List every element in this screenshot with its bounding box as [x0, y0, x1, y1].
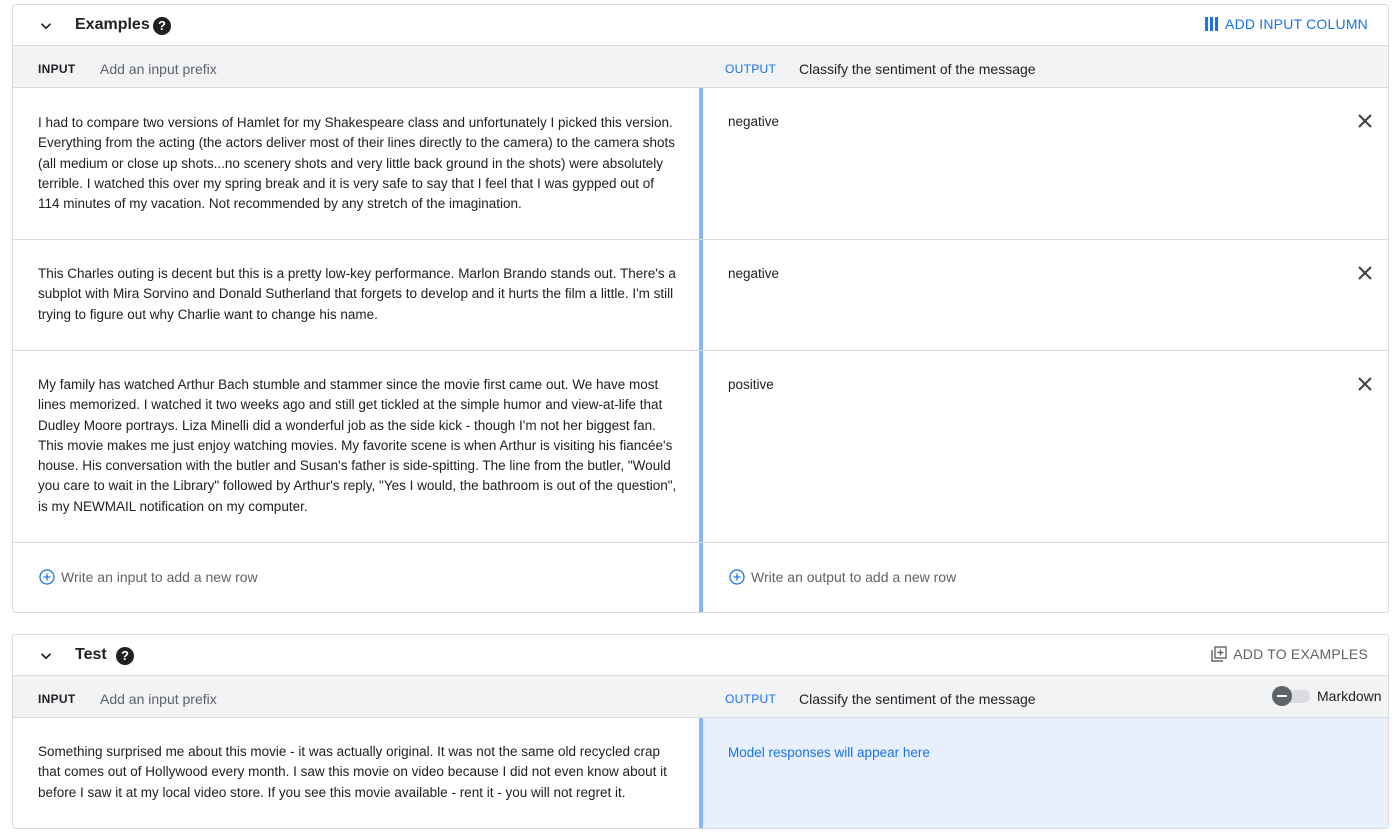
add-circle-outline-icon: [39, 569, 55, 585]
examples-header: Examples ? ADD INPUT COLUMN: [13, 5, 1388, 46]
example-row: This Charles outing is decent but this i…: [13, 240, 1388, 351]
view-column-icon: [1205, 17, 1219, 31]
output-column-label: OUTPUT: [725, 692, 777, 706]
close-icon[interactable]: [1356, 264, 1374, 282]
example-output-text[interactable]: negative: [728, 114, 779, 129]
add-to-examples-label: ADD TO EXAMPLES: [1233, 646, 1368, 662]
output-prefix-field[interactable]: Classify the sentiment of the message: [799, 691, 1036, 707]
add-input-row-button[interactable]: Write an input to add a new row: [39, 569, 258, 585]
help-icon[interactable]: ?: [116, 647, 134, 665]
test-input-text[interactable]: Something surprised me about this movie …: [38, 742, 678, 803]
add-output-row-button[interactable]: Write an output to add a new row: [729, 569, 956, 585]
example-row: I had to compare two versions of Hamlet …: [13, 88, 1388, 240]
example-input-text[interactable]: I had to compare two versions of Hamlet …: [38, 113, 678, 214]
add-input-column-label: ADD INPUT COLUMN: [1225, 16, 1368, 32]
add-circle-outline-icon: [729, 569, 745, 585]
input-prefix-field[interactable]: Add an input prefix: [100, 691, 217, 707]
test-column-header: INPUT Add an input prefix OUTPUT Classif…: [13, 676, 1388, 718]
examples-title: Examples: [75, 16, 150, 33]
markdown-toggle[interactable]: [1272, 686, 1310, 706]
example-input-text[interactable]: My family has watched Arthur Bach stumbl…: [38, 375, 678, 517]
add-to-examples-button[interactable]: ADD TO EXAMPLES: [1211, 646, 1368, 662]
test-title: Test: [75, 646, 107, 663]
output-prefix-field[interactable]: Classify the sentiment of the message: [799, 61, 1036, 77]
examples-panel: Examples ? ADD INPUT COLUMN INPUT Add an…: [12, 4, 1389, 613]
example-output-text[interactable]: negative: [728, 266, 779, 281]
markdown-label: Markdown: [1317, 688, 1382, 704]
help-icon[interactable]: ?: [153, 17, 171, 35]
examples-column-header: INPUT Add an input prefix OUTPUT Classif…: [13, 46, 1388, 88]
test-row: Something surprised me about this movie …: [13, 718, 1388, 828]
chevron-down-icon[interactable]: [37, 17, 55, 35]
test-header: Test ? ADD TO EXAMPLES: [13, 635, 1388, 676]
add-output-row-label: Write an output to add a new row: [751, 569, 957, 585]
example-row: My family has watched Arthur Bach stumbl…: [13, 351, 1388, 543]
model-response-placeholder: Model responses will appear here: [728, 745, 930, 760]
library-add-icon: [1211, 646, 1227, 662]
chevron-down-icon[interactable]: [37, 647, 55, 665]
add-input-column-button[interactable]: ADD INPUT COLUMN: [1205, 16, 1368, 32]
close-icon[interactable]: [1356, 375, 1374, 393]
add-input-row-label: Write an input to add a new row: [61, 569, 258, 585]
input-prefix-field[interactable]: Add an input prefix: [100, 61, 217, 77]
input-column-label: INPUT: [38, 692, 76, 706]
toggle-knob: [1272, 686, 1292, 706]
example-output-text[interactable]: positive: [728, 377, 774, 392]
example-input-text[interactable]: This Charles outing is decent but this i…: [38, 264, 678, 325]
close-icon[interactable]: [1356, 112, 1374, 130]
input-column-label: INPUT: [38, 62, 76, 76]
output-column-label: OUTPUT: [725, 62, 777, 76]
test-panel: Test ? ADD TO EXAMPLES INPUT Add an inpu…: [12, 634, 1389, 829]
